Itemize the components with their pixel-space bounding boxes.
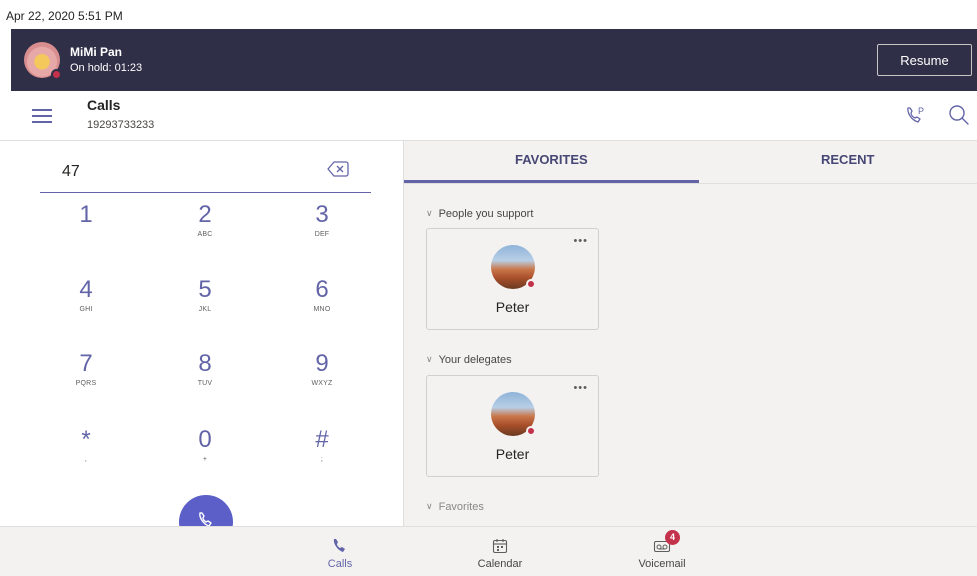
contact-card[interactable]: ••• Peter: [426, 228, 599, 330]
tab-recent[interactable]: RECENT: [821, 152, 874, 167]
avatar: [491, 392, 536, 436]
contact-name: Peter: [495, 299, 530, 315]
caller-avatar: [24, 42, 62, 80]
chevron-down-icon: ∨: [426, 354, 433, 364]
calendar-icon: [491, 537, 509, 555]
presence-busy-icon: [51, 69, 62, 80]
bottom-nav: Calls Calendar 4 Voicemail: [0, 526, 977, 576]
dialpad-key-7[interactable]: 7 PQRS: [56, 351, 116, 388]
dialpad-key-4[interactable]: 4 GHI: [56, 277, 116, 314]
own-phone-number: 19293733233: [87, 119, 155, 131]
contact-name: Peter: [495, 446, 530, 462]
phone-icon: [331, 537, 349, 555]
dialpad-key-8[interactable]: 8 TUV: [175, 351, 235, 388]
dialpad-key-3[interactable]: 3 DEF: [292, 202, 352, 239]
nav-voicemail[interactable]: 4 Voicemail: [622, 530, 702, 570]
tab-divider: [404, 183, 977, 184]
svg-text:P: P: [918, 106, 924, 116]
tab-favorites[interactable]: FAVORITES: [515, 152, 588, 167]
voicemail-count-badge: 4: [665, 530, 680, 545]
section-favorites[interactable]: ∨ Favorites: [426, 501, 484, 513]
caller-name: MiMi Pan: [70, 45, 123, 59]
nav-calls[interactable]: Calls: [300, 537, 380, 570]
backspace-icon[interactable]: [327, 159, 349, 179]
dialpad-key-2[interactable]: 2 ABC: [175, 202, 235, 239]
chevron-down-icon: ∨: [426, 208, 433, 218]
favorites-pane: FAVORITES RECENT ∨ People you support •••…: [403, 141, 977, 526]
status-datetime: Apr 22, 2020 5:51 PM: [6, 9, 123, 23]
dialpad-key-1[interactable]: 1: [56, 202, 116, 231]
contact-card[interactable]: ••• Peter: [426, 375, 599, 477]
dialpad-key-9[interactable]: 9 WXYZ: [292, 351, 352, 388]
dialpad-key-hash[interactable]: #;: [292, 427, 352, 464]
dialpad-key-5[interactable]: 5 JKL: [175, 277, 235, 314]
dial-input-underline: [40, 192, 371, 193]
chevron-down-icon: ∨: [426, 501, 433, 511]
call-park-icon[interactable]: P: [902, 102, 928, 128]
hold-timer: On hold: 01:23: [70, 62, 143, 74]
avatar: [491, 245, 536, 289]
presence-busy-icon: [526, 279, 536, 289]
on-hold-call-bar[interactable]: MiMi Pan On hold: 01:23 Resume: [11, 29, 977, 91]
dialpad-key-star[interactable]: *,: [56, 427, 116, 464]
dialpad-pane: 47 1 2 ABC 3 DEF 4 GHI 5 JKL 6 MNO 7 PQRS 8 TUV…: [0, 141, 403, 526]
dialpad-key-0[interactable]: 0 +: [175, 427, 235, 464]
status-bar: Apr 22, 2020 5:51 PM: [0, 0, 977, 29]
more-options-icon[interactable]: •••: [573, 235, 588, 247]
presence-busy-icon: [526, 426, 536, 436]
dial-number-input[interactable]: 47: [62, 163, 80, 181]
search-icon[interactable]: [946, 102, 972, 128]
app-header: Calls 19293733233 P: [0, 91, 977, 141]
dialpad-key-6[interactable]: 6 MNO: [292, 277, 352, 314]
page-title: Calls: [87, 97, 121, 113]
section-people-you-support[interactable]: ∨ People you support: [426, 208, 533, 220]
section-your-delegates[interactable]: ∨ Your delegates: [426, 354, 512, 366]
more-options-icon[interactable]: •••: [573, 382, 588, 394]
hamburger-menu-icon[interactable]: [32, 109, 52, 123]
resume-button[interactable]: Resume: [877, 44, 972, 76]
voicemail-icon: 4: [653, 530, 680, 555]
nav-calendar[interactable]: Calendar: [460, 537, 540, 570]
